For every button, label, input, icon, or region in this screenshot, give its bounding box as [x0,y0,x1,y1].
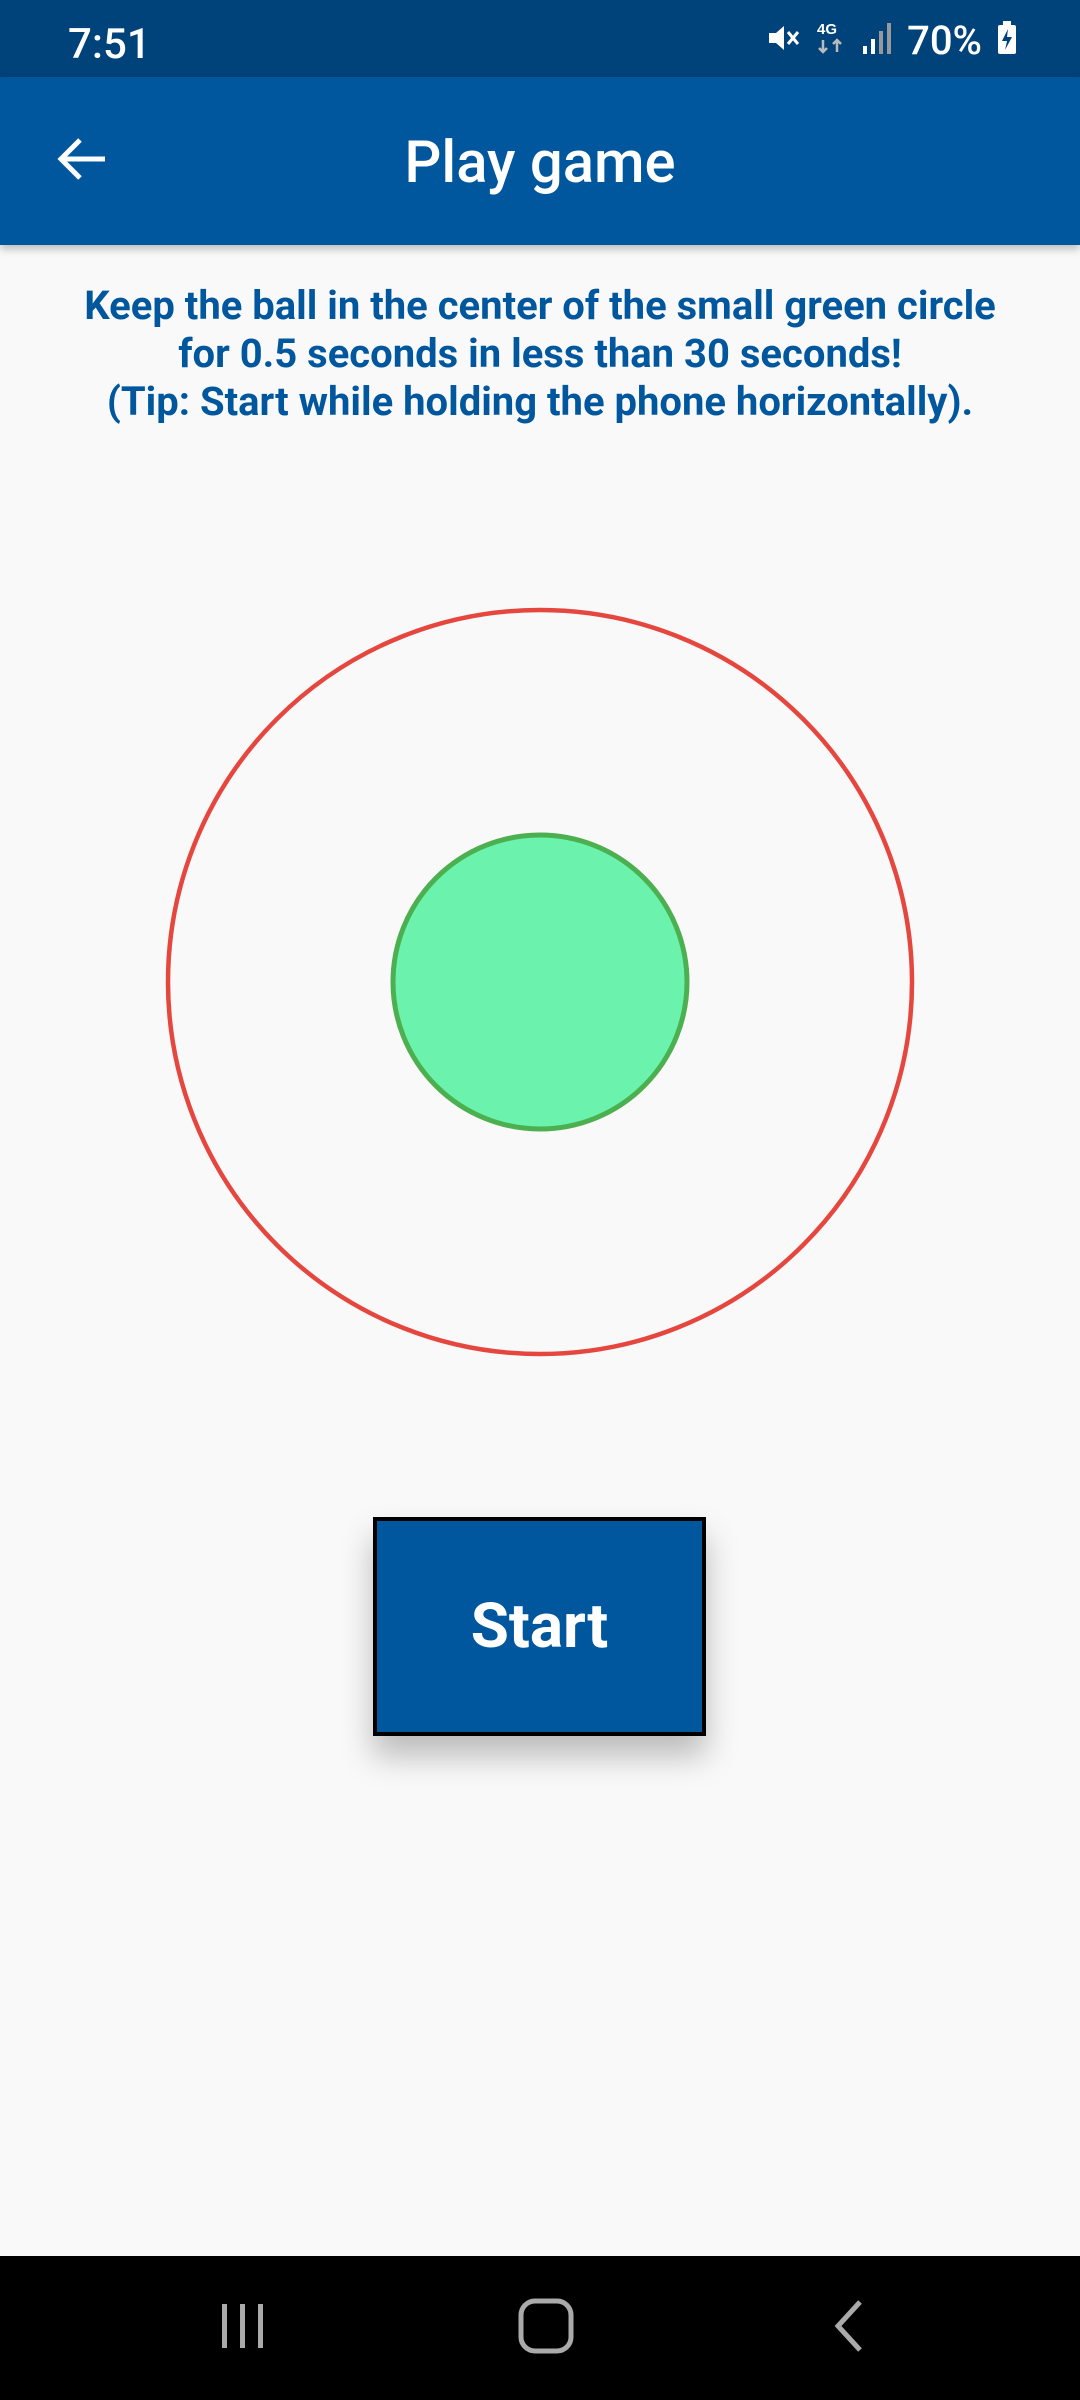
status-time: 7:51 [68,20,151,69]
start-button[interactable]: Start [373,1517,706,1736]
svg-text:4G: 4G [817,21,837,38]
status-bar: 7:51 4G 70% [0,0,1080,77]
back-icon [820,2296,880,2360]
game-area [160,600,920,1360]
battery-percent: 70% [907,16,982,64]
home-icon [514,2294,578,2362]
instruction-line-3: (Tip: Start while holding the phone hori… [106,378,974,425]
instructions-text: Keep the ball in the center of the small… [40,282,1040,426]
mute-icon [765,20,801,60]
signal-icon [861,20,893,60]
page-title: Play game [404,129,676,197]
nav-recents-button[interactable] [182,2278,302,2378]
instruction-line-1: Keep the ball in the center of the small… [84,282,996,329]
instruction-line-2: for 0.5 seconds in less than 30 seconds! [178,330,902,377]
inner-target-circle [390,832,690,1132]
navigation-bar [0,2256,1080,2400]
status-icons: 4G 70% [765,16,1018,64]
app-bar: Play game [0,77,1080,245]
nav-home-button[interactable] [486,2278,606,2378]
battery-charging-icon [996,20,1018,60]
recents-icon [212,2296,272,2360]
nav-back-button[interactable] [790,2278,910,2378]
target-circles [165,607,915,1357]
4g-data-icon: 4G [815,18,847,62]
